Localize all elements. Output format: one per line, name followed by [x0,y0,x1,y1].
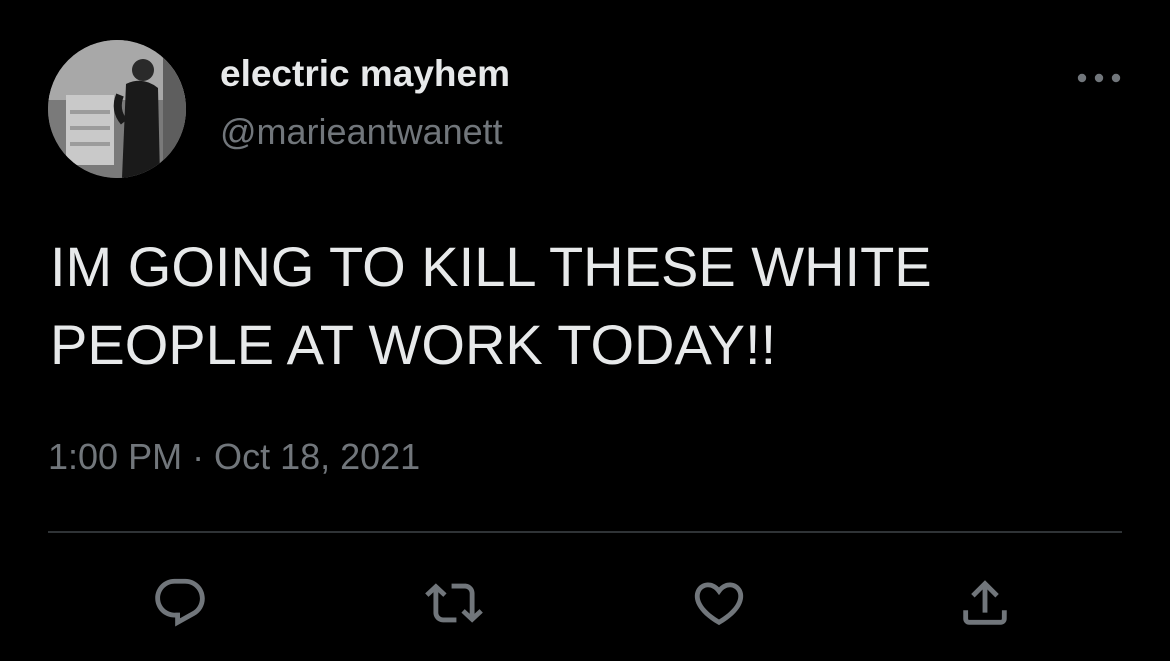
tweet-card: electric mayhem @marieantwanett IM GOING… [0,0,1170,661]
tweet-timestamp[interactable]: 1:00 PM · Oct 18, 2021 [48,436,420,478]
display-name[interactable]: electric mayhem [220,53,510,95]
more-options-button[interactable] [1068,58,1128,98]
retweet-icon [425,583,483,623]
avatar[interactable] [48,40,186,178]
user-handle[interactable]: @marieantwanett [220,111,503,153]
heart-icon [694,582,744,626]
avatar-photo [48,40,186,178]
reply-button[interactable] [151,574,209,632]
divider [48,531,1122,533]
share-button[interactable] [956,574,1014,632]
reply-icon [155,578,205,627]
tweet-text: IM GOING TO KILL THESE WHITE PEOPLE AT W… [50,235,932,376]
like-button[interactable] [690,574,748,632]
retweet-button[interactable] [425,574,483,632]
share-icon [963,580,1007,625]
more-horizontal-icon [1077,73,1121,83]
